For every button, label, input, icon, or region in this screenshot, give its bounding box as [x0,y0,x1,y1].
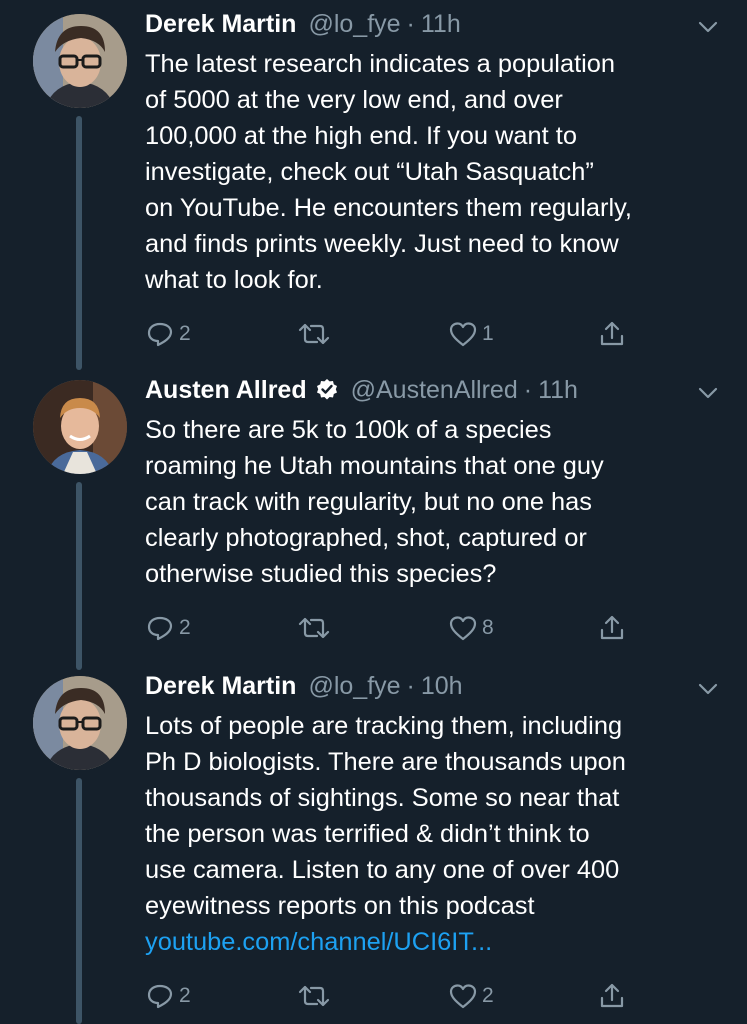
reply-count: 2 [179,616,191,639]
tweet-text: Lots of people are tracking them, includ… [145,708,725,960]
retweet-icon [297,319,331,349]
thread-line [76,116,82,370]
tweet-header: Austen Allred @AustenAllred · 11h [145,370,578,410]
tweet-text-content: Lots of people are tracking them, includ… [145,712,626,920]
like-count: 1 [482,322,494,345]
separator: · [406,9,415,38]
reply-count: 2 [179,322,191,345]
retweet-button[interactable] [297,976,335,1016]
tweet-actions: 2 8 [145,608,645,648]
share-icon [597,319,627,349]
tweet[interactable]: Austen Allred @AustenAllred · 11h So the… [0,370,747,670]
author-handle[interactable]: @lo_fye [308,10,400,39]
reply-count: 2 [179,984,191,1007]
like-button[interactable]: 1 [448,314,494,354]
chevron-down-icon[interactable] [695,676,721,702]
like-icon [448,319,478,349]
timestamp[interactable]: 11h [538,376,578,405]
author-name[interactable]: Austen Allred [145,376,307,405]
tweet-text-content: The latest research indicates a populati… [145,50,632,294]
tweet-header: Derek Martin @lo_fye · 10h [145,666,463,706]
like-count: 2 [482,984,494,1007]
avatar[interactable] [33,14,127,108]
share-icon [597,613,627,643]
reply-button[interactable]: 2 [145,608,191,648]
tweet-header: Derek Martin @lo_fye · 11h [145,4,461,44]
thread-line [76,778,82,1024]
chevron-down-icon[interactable] [695,380,721,406]
avatar[interactable] [33,676,127,770]
retweet-icon [297,613,331,643]
tweet-text: The latest research indicates a populati… [145,46,725,298]
reply-button[interactable]: 2 [145,314,191,354]
avatar[interactable] [33,380,127,474]
tweet-link[interactable]: youtube.com/channel/UCI6IT... [145,928,492,956]
like-icon [448,981,478,1011]
author-handle[interactable]: @lo_fye [308,672,400,701]
tweet[interactable]: Derek Martin @lo_fye · 11h The latest re… [0,4,747,370]
tweet-actions: 2 2 [145,976,645,1016]
like-icon [448,613,478,643]
author-name[interactable]: Derek Martin [145,10,296,39]
tweet-actions: 2 1 [145,314,645,354]
share-icon [597,981,627,1011]
retweet-icon [297,981,331,1011]
like-count: 8 [482,616,494,639]
thread-line [76,482,82,670]
share-button[interactable] [597,608,627,648]
author-handle[interactable]: @AustenAllred [351,376,518,405]
reply-button[interactable]: 2 [145,976,191,1016]
separator: · [523,375,533,404]
author-name[interactable]: Derek Martin [145,672,296,701]
retweet-button[interactable] [297,314,335,354]
timestamp[interactable]: 10h [421,672,463,701]
timestamp[interactable]: 11h [421,10,461,39]
tweet-text: So there are 5k to 100k of a species roa… [145,412,725,592]
tweet-text-content: So there are 5k to 100k of a species roa… [145,416,604,588]
reply-icon [145,981,175,1011]
reply-icon [145,613,175,643]
separator: · [406,671,415,700]
like-button[interactable]: 2 [448,976,494,1016]
retweet-button[interactable] [297,608,335,648]
share-button[interactable] [597,976,627,1016]
reply-icon [145,319,175,349]
tweet[interactable]: Derek Martin @lo_fye · 10h Lots of peopl… [0,666,747,1024]
share-button[interactable] [597,314,627,354]
like-button[interactable]: 8 [448,608,494,648]
chevron-down-icon[interactable] [695,14,721,40]
verified-badge-icon [315,378,339,402]
